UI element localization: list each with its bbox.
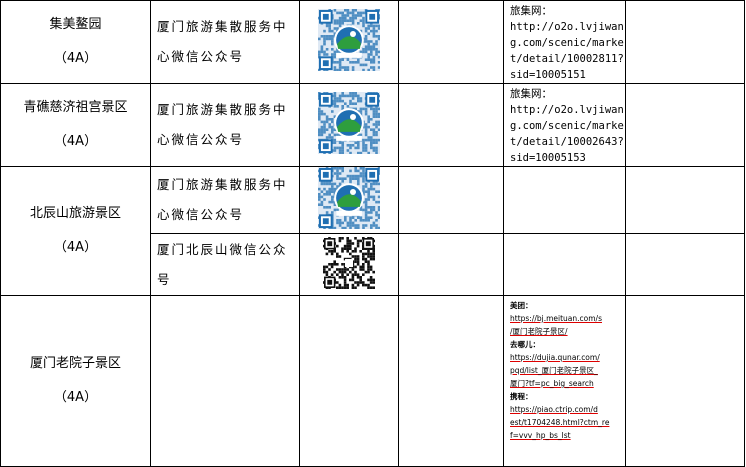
qr-code-image[interactable]	[318, 167, 381, 233]
empty-cell	[398, 233, 504, 296]
link-head: 去哪儿：	[510, 340, 540, 349]
empty-cell	[625, 83, 745, 167]
link-line[interactable]: pqd/list_厦门老院子景区_	[510, 364, 621, 377]
link-line[interactable]: f=vvv_hp_bs_lst	[510, 429, 621, 442]
empty-cell	[503, 233, 626, 296]
link-line[interactable]: /厦门老院子景区/	[510, 325, 621, 338]
empty-cell	[398, 0, 504, 84]
service-account-cell: 厦门旅游集散服务中 心微信公众号	[150, 166, 300, 234]
link-head: 美团：	[510, 301, 533, 310]
link-line: http://o2o.lvjiwan	[510, 21, 624, 33]
link-line: t/detail/10002643?	[510, 136, 624, 148]
link-text[interactable]: http://o2o.lvjiwan g.com/scenic/marke t/…	[510, 102, 625, 166]
qr-cell	[299, 233, 399, 296]
booking-links-cell: 美团： https://bj.meituan.com/s /厦门老院子景区/ 去…	[503, 295, 626, 467]
page-edge-mark	[744, 210, 745, 222]
service-line: 心微信公众号	[157, 207, 245, 222]
qr-code-image[interactable]	[318, 9, 381, 75]
empty-cell	[503, 166, 626, 234]
link-line: sid=10005153	[510, 152, 586, 164]
empty-cell	[398, 83, 504, 167]
scenic-name-cell: 集美鳌园 （4A）	[0, 0, 151, 84]
empty-cell	[625, 166, 745, 234]
scenic-name: 北辰山旅游景区	[29, 206, 121, 221]
link-line: g.com/scenic/marke	[510, 37, 624, 49]
scenic-name-cell: 厦门老院子景区 （4A）	[0, 295, 151, 467]
link-text[interactable]: http://o2o.lvjiwan g.com/scenic/marke t/…	[510, 19, 625, 83]
link-label: 旅集网：	[510, 88, 552, 100]
service-line: 厦门旅游集散服务中	[157, 177, 288, 192]
qr-code-image[interactable]	[318, 92, 381, 158]
empty-cell	[150, 295, 300, 467]
service-line: 心微信公众号	[157, 49, 245, 64]
table-row: 青礁慈济祖宫景区 （4A） 厦门旅游集散服务中 心微信公众号 旅集网： http…	[0, 83, 745, 167]
qr-cell	[299, 166, 399, 234]
link-line: http://o2o.lvjiwan	[510, 104, 624, 116]
link-line: t/detail/10002811?	[510, 53, 624, 65]
table-row: 集美鳌园 （4A） 厦门旅游集散服务中 心微信公众号 旅集网： http://o…	[0, 0, 745, 84]
link-cell: 旅集网： http://o2o.lvjiwan g.com/scenic/mar…	[503, 83, 626, 167]
scenic-table: 集美鳌园 （4A） 厦门旅游集散服务中 心微信公众号 旅集网： http://o…	[0, 0, 745, 467]
empty-cell	[625, 0, 745, 84]
link-line[interactable]: est/t1704248.html?ctm_re	[510, 416, 621, 429]
link-line[interactable]: https://bj.meituan.com/s	[510, 312, 621, 325]
link-label: 旅集网：	[510, 5, 552, 17]
scenic-rating: （4A）	[53, 390, 98, 405]
scenic-name-cell: 北辰山旅游景区 （4A）	[0, 166, 151, 296]
empty-cell	[398, 166, 504, 234]
scenic-rating: （4A）	[53, 240, 98, 255]
service-account-cell: 厦门旅游集散服务中 心微信公众号	[150, 0, 300, 84]
empty-cell	[299, 295, 399, 467]
link-cell: 旅集网： http://o2o.lvjiwan g.com/scenic/mar…	[503, 0, 626, 84]
scenic-name: 集美鳌园	[49, 17, 102, 32]
link-line: sid=10005151	[510, 69, 586, 81]
service-line: 厦门旅游集散服务中	[157, 102, 288, 117]
service-line: 心微信公众号	[157, 132, 245, 147]
table-row: 北辰山旅游景区 （4A） 厦门旅游集散服务中 心微信公众号	[0, 166, 745, 296]
scenic-name: 厦门老院子景区	[29, 356, 121, 371]
service-line: 厦门旅游集散服务中	[157, 19, 288, 34]
link-line[interactable]: https://dujia.qunar.com/	[510, 351, 621, 364]
scenic-rating: （4A）	[53, 134, 98, 149]
empty-cell	[398, 295, 504, 467]
scenic-rating: （4A）	[53, 51, 98, 66]
service-account-cell: 厦门旅游集散服务中 心微信公众号	[150, 83, 300, 167]
empty-cell	[625, 233, 745, 296]
table-row: 厦门老院子景区 （4A） 美团： https://bj.meituan.com/…	[0, 295, 745, 467]
link-line[interactable]: 厦门?tf=pc_big_search	[510, 377, 621, 390]
scenic-name: 青礁慈济祖宫景区	[23, 100, 128, 115]
empty-cell	[625, 295, 745, 467]
qr-code-image[interactable]	[323, 236, 375, 293]
service-line: 号	[157, 271, 172, 287]
service-account-cell: 厦门北辰山微信公众 号	[150, 233, 300, 296]
qr-cell	[299, 83, 399, 167]
link-line[interactable]: https://piao.ctrip.com/d	[510, 403, 621, 416]
qr-cell	[299, 0, 399, 84]
scenic-name-cell: 青礁慈济祖宫景区 （4A）	[0, 83, 151, 167]
link-line: g.com/scenic/marke	[510, 120, 624, 132]
link-head: 携程：	[510, 392, 533, 401]
service-line: 厦门北辰山微信公众	[157, 241, 288, 257]
